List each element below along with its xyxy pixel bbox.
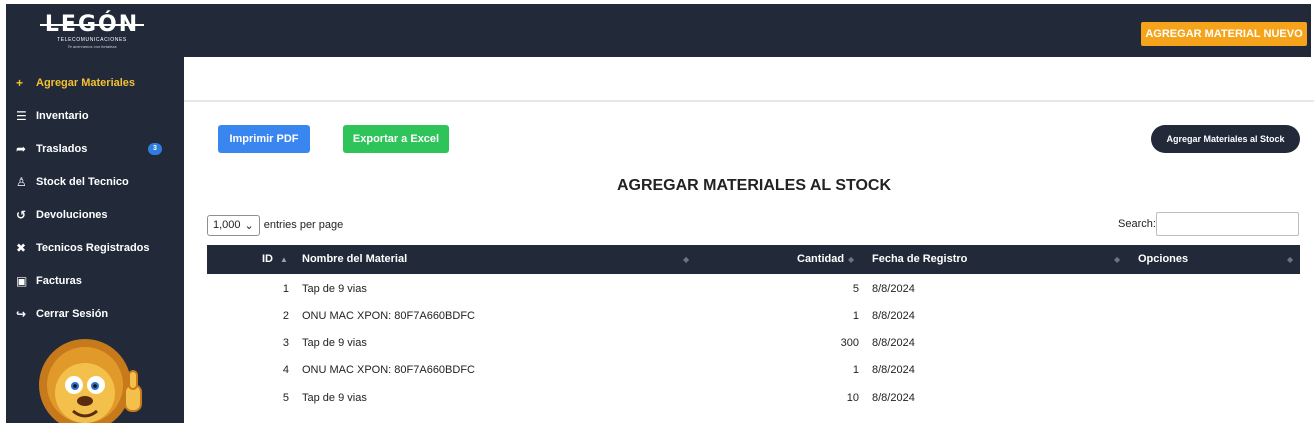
entries-value: 1,000 — [213, 219, 241, 231]
cell-name: Tap de 9 vias — [302, 337, 367, 349]
sidebar-item-cerrar-sesion[interactable]: ↪ Cerrar Sesión — [6, 301, 184, 327]
sort-icon: ◆ — [683, 255, 690, 264]
sidebar-item-facturas[interactable]: ▣ Facturas — [6, 268, 184, 294]
cell-date: 8/8/2024 — [872, 364, 915, 376]
table-header: ID ▲ Nombre del Material ◆ Cantidad ◆ Fe… — [207, 245, 1300, 274]
plus-icon: + — [16, 76, 24, 90]
cell-id: 2 — [282, 310, 289, 322]
chevron-down-icon: ⌄ — [244, 219, 254, 232]
sidebar-item-devoluciones[interactable]: ↺ Devoluciones — [6, 202, 184, 228]
sidebar-item-label: Traslados — [36, 143, 88, 155]
cell-name: ONU MAC XPON: 80F7A660BDFC — [302, 364, 475, 376]
sidebar-item-label: Inventario — [36, 110, 89, 122]
cell-quantity: 10 — [846, 392, 859, 404]
table-row: 1 Tap de 9 vias 5 8/8/2024 — [207, 276, 1300, 303]
cell-quantity: 1 — [852, 310, 859, 322]
export-excel-button[interactable]: Exportar a Excel — [343, 125, 449, 153]
cell-quantity: 300 — [840, 337, 859, 349]
table-row: 2 ONU MAC XPON: 80F7A660BDFC 1 8/8/2024 — [207, 303, 1300, 330]
sidebar-item-tecnicos-registrados[interactable]: ✖ Tecnicos Registrados — [6, 235, 184, 261]
sidebar-item-traslados[interactable]: ➦ Traslados 3 — [6, 136, 184, 162]
cell-id: 5 — [282, 392, 289, 404]
sort-icon: ◆ — [848, 255, 855, 264]
sort-icon: ◆ — [1114, 255, 1121, 264]
cell-name: ONU MAC XPON: 80F7A660BDFC — [302, 310, 475, 322]
cell-quantity: 5 — [852, 283, 859, 295]
column-header-fecha[interactable]: Fecha de Registro — [872, 245, 967, 274]
cell-name: Tap de 9 vias — [302, 283, 367, 295]
sidebar-item-inventario[interactable]: ☰ Inventario — [6, 103, 184, 129]
cell-date: 8/8/2024 — [872, 392, 915, 404]
top-bar: LEGÓN TELECOMUNICACIONES Te acercamos co… — [6, 4, 1311, 57]
sidebar-item-label: Cerrar Sesión — [36, 308, 109, 320]
list-icon: ☰ — [16, 109, 27, 123]
lion-mascot-illustration — [39, 339, 142, 423]
cell-quantity: 1 — [852, 364, 859, 376]
add-to-stock-button[interactable]: Agregar Materiales al Stock — [1151, 125, 1300, 153]
sidebar-item-label: Stock del Tecnico — [36, 176, 129, 188]
logo-slogan: Te acercamos con fortaleza — [67, 44, 117, 49]
share-arrow-icon: ➦ — [16, 142, 27, 156]
traslados-count-badge: 3 — [148, 143, 162, 155]
table-row: 4 ONU MAC XPON: 80F7A660BDFC 1 8/8/2024 — [207, 357, 1300, 384]
tools-icon: ✖ — [16, 241, 27, 255]
sidebar-item-stock-tecnico[interactable]: ♙ Stock del Tecnico — [6, 169, 184, 195]
column-header-nombre[interactable]: Nombre del Material — [302, 245, 407, 274]
sidebar-item-label: Tecnicos Registrados — [36, 242, 150, 254]
print-pdf-button[interactable]: Imprimir PDF — [218, 125, 310, 153]
column-header-cantidad[interactable]: Cantidad — [797, 245, 844, 274]
entries-per-page-control: 1,000 ⌄ entries per page — [207, 214, 343, 236]
cell-id: 3 — [282, 337, 289, 349]
money-bill-icon: ▣ — [16, 274, 28, 288]
person-icon: ♙ — [16, 175, 27, 189]
add-new-material-button[interactable]: AGREGAR MATERIAL NUEVO — [1141, 22, 1307, 46]
sidebar: + Agregar Materiales ☰ Inventario ➦ Tras… — [6, 57, 184, 423]
sidebar-item-agregar-materiales[interactable]: + Agregar Materiales — [6, 70, 184, 96]
brand-logo[interactable]: LEGÓN TELECOMUNICACIONES Te acercamos co… — [36, 13, 148, 51]
column-header-opciones[interactable]: Opciones — [1138, 245, 1188, 274]
table-row: 5 Tap de 9 vias 10 8/8/2024 — [207, 385, 1300, 412]
sort-icon: ◆ — [1287, 255, 1294, 264]
cell-id: 1 — [282, 283, 289, 295]
undo-icon: ↺ — [16, 208, 27, 222]
table-row: 3 Tap de 9 vias 300 8/8/2024 — [207, 330, 1300, 357]
content-divider — [184, 100, 1314, 102]
search-label: Search: — [1118, 218, 1156, 230]
sign-out-icon: ↪ — [16, 307, 27, 321]
logo-wordmark: LEGÓN — [36, 13, 148, 37]
sidebar-item-label: Devoluciones — [36, 209, 108, 221]
sidebar-item-label: Facturas — [36, 275, 82, 287]
cell-date: 8/8/2024 — [872, 310, 915, 322]
cell-date: 8/8/2024 — [872, 337, 915, 349]
cell-id: 4 — [282, 364, 289, 376]
sidebar-item-label: Agregar Materiales — [36, 77, 136, 89]
search-input[interactable] — [1156, 212, 1299, 236]
cell-date: 8/8/2024 — [872, 283, 915, 295]
entries-per-page-select[interactable]: 1,000 ⌄ — [207, 214, 260, 236]
page-title: AGREGAR MATERIALES AL STOCK — [616, 177, 892, 194]
column-header-id[interactable]: ID — [262, 245, 273, 274]
cell-name: Tap de 9 vias — [302, 392, 367, 404]
logo-subtitle: TELECOMUNICACIONES — [57, 37, 127, 43]
sort-ascending-icon: ▲ — [280, 255, 288, 264]
entries-per-page-label: entries per page — [263, 219, 344, 231]
